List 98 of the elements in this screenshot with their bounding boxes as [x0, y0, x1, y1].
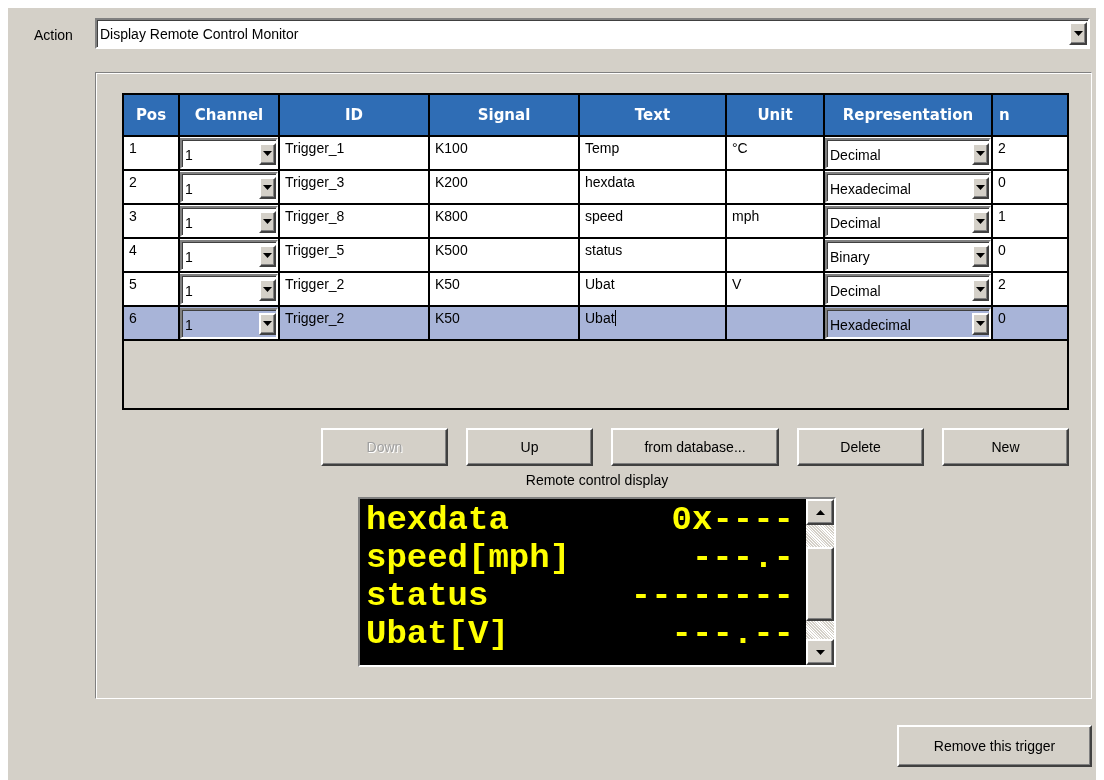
dropdown-button[interactable]	[972, 142, 989, 165]
representation-dropdown[interactable]: Decimal	[825, 138, 991, 169]
channel-dropdown[interactable]: 1	[180, 274, 278, 305]
table-row[interactable]: 5 1 Trigger_2 K50 Ubat V Decimal 2	[124, 273, 1067, 307]
caret-icon	[976, 253, 985, 258]
table-cell-text: 0	[997, 173, 1007, 192]
caret-icon	[263, 287, 272, 292]
dropdown-button[interactable]	[1069, 22, 1087, 45]
table-cell: Trigger_2	[280, 273, 430, 305]
action-button[interactable]: from database...	[611, 428, 779, 466]
scroll-down-icon[interactable]	[815, 649, 825, 655]
caret-icon	[976, 151, 985, 156]
table-cell: Trigger_1	[280, 137, 430, 169]
caret-icon	[976, 219, 985, 224]
table-cell-text: 2	[997, 139, 1007, 158]
dropdown-button[interactable]	[259, 176, 276, 199]
remove-trigger-button[interactable]: Remove this trigger	[897, 725, 1092, 767]
table-cell-text: 0	[997, 241, 1007, 260]
dropdown-button[interactable]	[972, 278, 989, 301]
caret-icon	[263, 321, 272, 326]
representation-dropdown[interactable]: Binary	[825, 240, 991, 271]
table-cell: K50	[430, 273, 580, 305]
caret-icon	[263, 185, 272, 190]
caret-icon	[976, 185, 985, 190]
table-cell: Temp	[585, 140, 620, 156]
caret-icon	[263, 151, 272, 156]
action-dropdown[interactable]: Display Remote Control Monitor	[95, 18, 1090, 49]
column-header: ID	[280, 95, 430, 135]
display-value: 0x----	[671, 501, 794, 539]
action-button[interactable]: Up	[466, 428, 593, 466]
column-header: Unit	[727, 95, 825, 135]
table-cell: mph	[732, 208, 760, 224]
display-label: speed[mph]	[366, 539, 571, 577]
caret-icon	[976, 321, 985, 326]
action-button[interactable]: New	[942, 428, 1069, 466]
table-cell: V	[732, 276, 742, 292]
text-input[interactable]: Ubat	[585, 310, 616, 326]
dropdown-button[interactable]	[259, 142, 276, 165]
table-row[interactable]: 2 1 Trigger_3 K200 hexdata Hexadecimal 0	[124, 171, 1067, 205]
table-cell: Trigger_3	[280, 171, 430, 203]
representation-dropdown[interactable]: Hexadecimal	[825, 172, 991, 203]
table-cell-text: 1	[997, 207, 1007, 226]
display-label: status	[366, 577, 489, 615]
display-value: ---.--	[671, 615, 794, 653]
table-row[interactable]: 6 1 Trigger_2 K50 Ubat Hexadecimal 0	[124, 307, 1067, 341]
caret-icon	[263, 219, 272, 224]
channel-dropdown[interactable]: 1	[180, 172, 278, 203]
channel-dropdown[interactable]: 1	[180, 206, 278, 237]
table-cell: hexdata	[585, 174, 635, 190]
table-row[interactable]: 1 1 Trigger_1 K100 Temp °C Decimal 2	[124, 137, 1067, 171]
column-header: Signal	[430, 95, 580, 135]
dropdown-button[interactable]	[972, 312, 989, 335]
table-cell: speed	[585, 208, 624, 224]
channel-dropdown[interactable]: 1	[180, 240, 278, 271]
table-cell: K500	[430, 239, 580, 271]
table-cell-text: 2	[997, 275, 1007, 294]
table-cell: Trigger_2	[280, 307, 430, 339]
display-label: hexdata	[366, 501, 509, 539]
representation-dropdown[interactable]: Decimal	[825, 274, 991, 305]
action-button[interactable]: Delete	[797, 428, 924, 466]
action-label: Action	[33, 26, 74, 43]
representation-dropdown[interactable]: Hexadecimal	[825, 308, 991, 339]
display-value: --------	[630, 577, 794, 615]
table-cell: °C	[732, 140, 748, 156]
display-value: ---.-	[691, 539, 794, 577]
column-header: Text	[580, 95, 727, 135]
column-header: Channel	[180, 95, 280, 135]
dropdown-button[interactable]	[972, 210, 989, 233]
scrollbar[interactable]	[806, 499, 834, 665]
display-title: Remote control display	[525, 472, 669, 488]
dropdown-button[interactable]	[259, 312, 276, 335]
table-row[interactable]: 3 1 Trigger_8 K800 speed mph Decimal 1	[124, 205, 1067, 239]
dropdown-button[interactable]	[259, 244, 276, 267]
dropdown-button[interactable]	[972, 244, 989, 267]
table-cell: K800	[430, 205, 580, 237]
table-cell: K100	[430, 137, 580, 169]
table-cell: Trigger_5	[280, 239, 430, 271]
column-header: Pos	[124, 95, 180, 135]
caret-icon	[1073, 31, 1083, 36]
table-cell: Ubat	[585, 276, 615, 292]
display-label: Ubat[V]	[366, 615, 509, 653]
caret-icon	[976, 287, 985, 292]
representation-dropdown[interactable]: Decimal	[825, 206, 991, 237]
dropdown-button[interactable]	[972, 176, 989, 199]
table-cell: Trigger_8	[280, 205, 430, 237]
table-row[interactable]: 4 1 Trigger_5 K500 status Binary 0	[124, 239, 1067, 273]
column-header: n	[998, 105, 1011, 126]
caret-icon	[263, 253, 272, 258]
table-cell: K50	[430, 307, 580, 339]
dropdown-button[interactable]	[259, 278, 276, 301]
table-cell: K200	[430, 171, 580, 203]
table-cell: status	[585, 242, 623, 258]
dropdown-button[interactable]	[259, 210, 276, 233]
column-header: Representation	[825, 95, 993, 135]
channel-dropdown[interactable]: 1	[180, 138, 278, 169]
scroll-up-icon[interactable]	[815, 509, 825, 515]
channel-dropdown[interactable]: 1	[180, 308, 278, 339]
table-cell-text: 0	[997, 309, 1007, 328]
